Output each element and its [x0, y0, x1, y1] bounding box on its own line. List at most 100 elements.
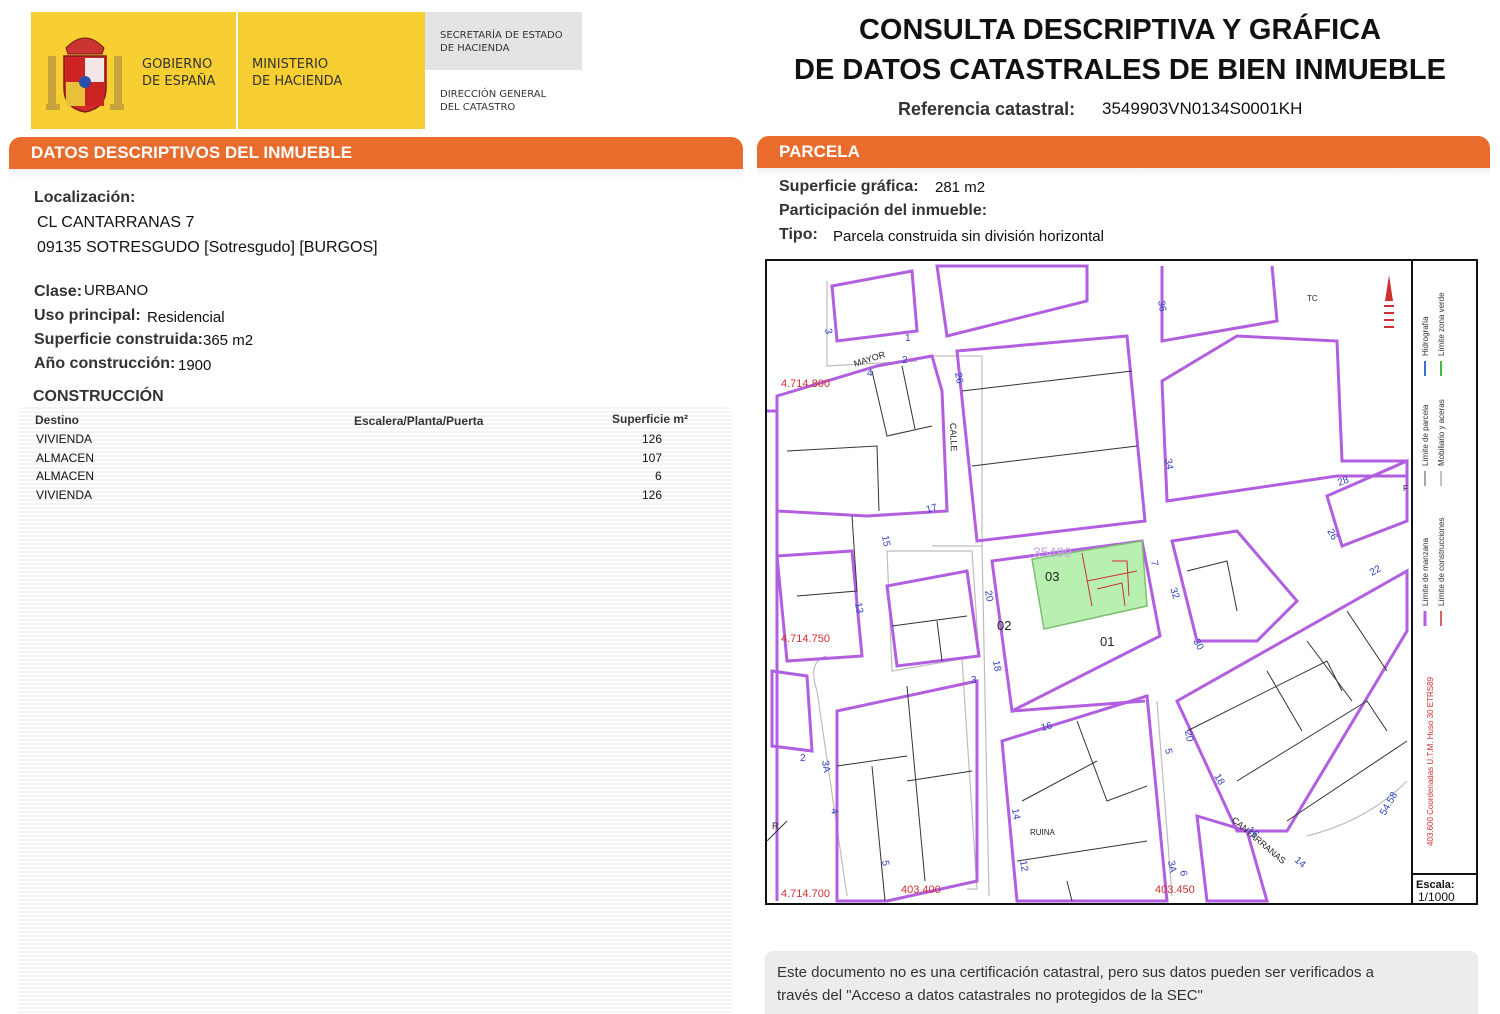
svg-text:3: 3 — [971, 675, 977, 686]
svg-text:54.58: 54.58 — [1378, 790, 1400, 818]
table-row-superficie: 126 — [642, 488, 663, 502]
coord-x-left: 403.400 — [901, 884, 941, 896]
legend-parcela: Límite de parcela — [1421, 404, 1430, 466]
svg-text:20: 20 — [1182, 730, 1195, 743]
note-line1: Este documento no es una certificación c… — [777, 964, 1375, 981]
svg-text:2: 2 — [902, 355, 908, 366]
table-row-superficie: 107 — [642, 451, 663, 465]
coord-y-bottom: 4.714.700 — [781, 888, 830, 900]
table-row-destino: ALMACEN — [36, 469, 95, 483]
svg-text:7: 7 — [1148, 560, 1160, 568]
map-label-f: F — [1403, 484, 1408, 493]
escala-value: 1/1000 — [1418, 890, 1455, 903]
logo-divider — [236, 12, 238, 129]
note-line2: través del "Acceso a datos catastrales n… — [777, 987, 1203, 1004]
svg-text:34: 34 — [1162, 458, 1175, 471]
svg-text:5: 5 — [1162, 748, 1174, 756]
address-line2: 09135 SOTRESGUDO [Sotresgudo] [BURGOS] — [37, 239, 378, 256]
tipo-value: Parcela construida sin división horizont… — [833, 228, 1104, 245]
legend-hidrografia: Hidrografía — [1421, 316, 1430, 356]
street-ruina: RUINA — [1030, 828, 1056, 837]
uso-label: Uso principal: — [34, 307, 141, 324]
map-label-tc: TC — [1307, 294, 1318, 303]
sup-grafica-value: 281 m2 — [935, 179, 986, 196]
cadastral-map[interactable]: 4.714.800 4.714.750 4.714.700 403.400 40… — [765, 259, 1478, 905]
section-header-parcela: PARCELA — [757, 136, 1490, 168]
legend-coordenadas: 403.600 Coordenadas U.T.M. Huso 30 ETRS8… — [1426, 676, 1435, 846]
svg-text:12: 12 — [1017, 860, 1030, 873]
svg-text:18: 18 — [990, 660, 1003, 673]
coord-x-right: 403.450 — [1155, 884, 1195, 896]
page-title-line2: DE DATOS CATASTRALES DE BIEN INMUEBLE — [794, 54, 1446, 86]
direccion-label: DIRECCIÓN GENERAL DEL CATASTRO — [440, 89, 547, 113]
section-header-datos: DATOS DESCRIPTIVOS DEL INMUEBLE — [9, 137, 743, 169]
svg-text:14: 14 — [1009, 808, 1022, 821]
ref-catastral-label: Referencia catastral: — [898, 99, 1076, 119]
parcel-label-03: 03 — [1045, 569, 1059, 584]
svg-text:17: 17 — [925, 502, 939, 516]
localizacion-label: Localización: — [34, 189, 136, 206]
legend-manzana: Límite de manzana — [1421, 537, 1430, 606]
construccion-title: CONSTRUCCIÓN — [33, 388, 164, 405]
svg-text:3: 3 — [822, 328, 834, 336]
svg-text:16: 16 — [1040, 720, 1054, 734]
svg-text:32: 32 — [1167, 586, 1181, 601]
address-line1: CL CANTARRANAS 7 — [37, 214, 195, 231]
superficie-value: 365 m2 — [203, 332, 254, 349]
parcel-ref-partial: 35499 — [1033, 544, 1072, 560]
svg-text:15: 15 — [879, 535, 892, 548]
legend-mobiliario: Mobiliario y aceras — [1437, 399, 1446, 466]
svg-text:3A: 3A — [1165, 860, 1178, 874]
section-header-shadow — [757, 168, 1490, 178]
participacion-label: Participación del inmueble: — [779, 202, 988, 219]
svg-text:14: 14 — [1292, 855, 1308, 871]
svg-text:4: 4 — [867, 368, 873, 379]
ref-catastral-value: 3549903VN0134S0001KH — [1102, 99, 1303, 118]
parcel-label-01: 01 — [1100, 634, 1114, 649]
anio-label: Año construcción: — [34, 355, 176, 372]
table-row-destino: VIVIENDA — [36, 432, 93, 446]
table-row-destino: VIVIENDA — [36, 488, 93, 502]
legend-zona-verde: Límite zona verde — [1437, 292, 1446, 356]
map-label-r: R — [772, 821, 779, 831]
svg-text:36: 36 — [1155, 300, 1168, 313]
col-destino-header: Destino — [35, 413, 80, 427]
sup-grafica-label: Superficie gráfica: — [779, 178, 919, 195]
secretaria-label: SECRETARÍA DE ESTADO DE HACIENDA — [440, 30, 563, 54]
ministerio-label: MINISTERIO DE HACIENDA — [252, 57, 343, 89]
section-header-shadow — [9, 169, 743, 179]
svg-text:6: 6 — [1177, 870, 1189, 878]
legend-construcciones: Límite de construcciones — [1437, 518, 1446, 607]
svg-text:26: 26 — [952, 372, 965, 385]
svg-text:2: 2 — [800, 753, 806, 764]
anio-value: 1900 — [178, 357, 212, 374]
table-row-superficie: 126 — [642, 432, 663, 446]
parcel-label-02: 02 — [997, 618, 1011, 633]
col-superficie-header: Superficie m² — [612, 412, 689, 426]
uso-value: Residencial — [147, 309, 225, 326]
street-calle: CALLE — [948, 423, 959, 452]
tipo-label: Tipo: — [779, 226, 818, 243]
gobierno-label: GOBIERNO DE ESPAÑA — [142, 57, 216, 89]
clase-value: URBANO — [84, 282, 149, 299]
svg-text:20: 20 — [982, 590, 995, 603]
svg-text:13: 13 — [852, 602, 865, 615]
street-cantarranas: CANTARRANAS — [1230, 815, 1288, 866]
svg-text:3A: 3A — [819, 760, 832, 774]
coord-y-mid: 4.714.750 — [781, 633, 830, 645]
svg-text:22: 22 — [1368, 563, 1384, 578]
table-row-superficie: 6 — [655, 469, 662, 483]
north-arrow-icon — [1384, 275, 1394, 328]
page-title-line1: CONSULTA DESCRIPTIVA Y GRÁFICA — [858, 14, 1382, 46]
coord-y-top: 4.714.800 — [781, 378, 830, 390]
svg-text:30: 30 — [1190, 637, 1205, 653]
svg-text:5: 5 — [879, 860, 891, 868]
clase-label: Clase: — [34, 283, 83, 300]
coat-of-arms-icon — [46, 37, 124, 113]
map-drawing: 4.714.800 4.714.750 4.714.700 403.400 40… — [767, 261, 1476, 903]
construccion-table — [18, 407, 732, 1014]
svg-text:1: 1 — [905, 333, 911, 344]
table-row-destino: ALMACEN — [36, 451, 95, 465]
col-escalera-header: Escalera/Planta/Puerta — [354, 414, 484, 428]
svg-text:18: 18 — [1211, 772, 1226, 788]
